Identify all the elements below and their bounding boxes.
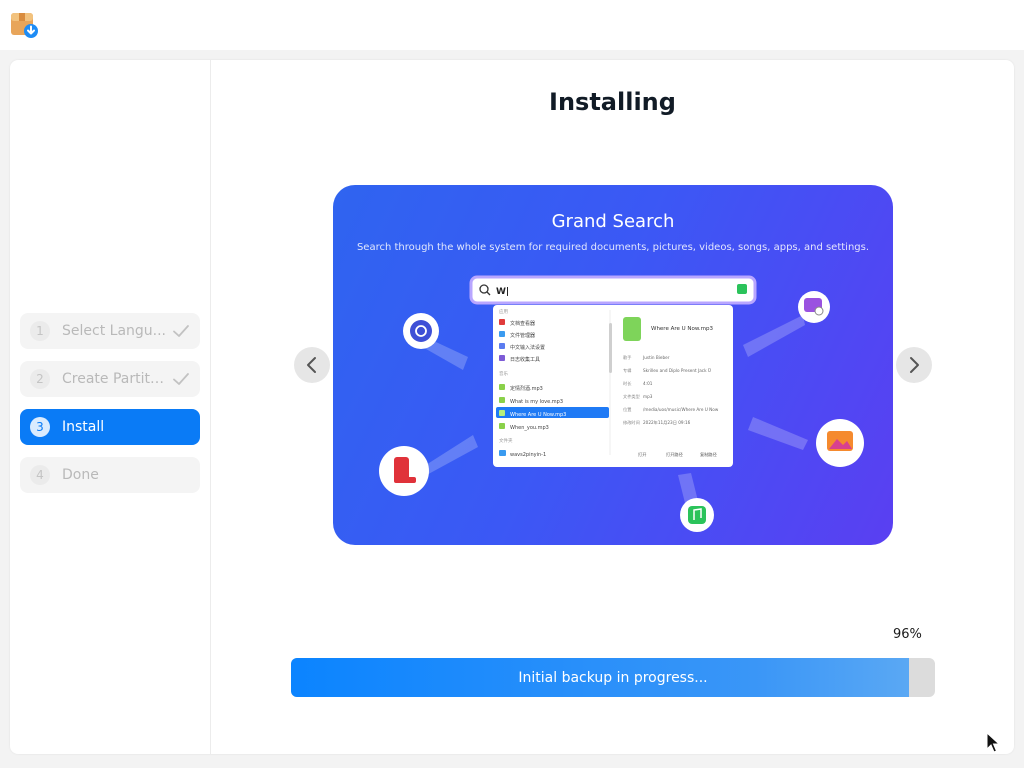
settings-app-icon — [403, 313, 439, 349]
title-bar — [0, 0, 1024, 50]
progress-status: Initial backup in progress... — [518, 669, 708, 686]
result-item: When_you.mp3 — [510, 425, 549, 431]
detail-value: 4:01 — [643, 381, 653, 386]
detail-action: 复制路径 — [700, 451, 717, 458]
page-title: Installing — [549, 88, 676, 116]
search-query: W| — [496, 287, 509, 297]
progress-percent: 96% — [893, 627, 922, 642]
result-item: 日志收集工具 — [510, 356, 540, 363]
result-item: What is my love.mp3 — [510, 399, 563, 405]
step-number: 4 — [30, 465, 50, 485]
installer-card: 1 Select Langu... 2 Create Partiti... 3 … — [10, 60, 1014, 754]
chevron-left-icon — [307, 357, 316, 373]
result-section: 音乐 — [499, 370, 508, 377]
detail-value: 2022年11月23日 09:16 — [643, 419, 691, 426]
detail-label: 文件类型 — [623, 393, 640, 400]
result-item: 定情烈酒.mp3 — [510, 385, 543, 392]
step-number: 2 — [30, 369, 50, 389]
detail-label: 位置 — [623, 406, 631, 413]
previous-slide-button[interactable] — [294, 347, 330, 383]
detail-label: 专辑 — [623, 367, 631, 374]
step-done: 4 Done — [20, 457, 200, 493]
music-app-icon — [680, 498, 714, 532]
step-install: 3 Install — [20, 409, 200, 445]
step-label: Install — [62, 419, 105, 435]
detail-value: /media/uos/music/Where Are U Now — [643, 407, 719, 412]
result-item: 文档查看器 — [510, 320, 535, 327]
detail-label: 歌手 — [623, 354, 631, 361]
result-item: 中文输入法设置 — [510, 344, 545, 351]
installer-box-icon — [11, 13, 38, 38]
slide-title: Grand Search — [551, 211, 675, 232]
step-number: 3 — [30, 417, 50, 437]
install-progress-bar: Initial backup in progress... — [291, 658, 935, 697]
feature-slide: W| 应用 文档查看器 文件管理器 中文输入法设置 日志收集工具 音乐 定情烈酒… — [333, 185, 893, 545]
slide-subtitle: Search through the whole system for requ… — [356, 242, 870, 253]
detail-action: 打开 — [638, 451, 646, 458]
step-number: 1 — [30, 321, 50, 341]
step-select-language: 1 Select Langu... — [20, 313, 200, 349]
step-label: Select Langu... — [62, 323, 166, 339]
detail-value: mp3 — [643, 394, 653, 399]
screenshot-app-icon — [798, 291, 830, 323]
grand-search-illustration: W| 应用 文档查看器 文件管理器 中文输入法设置 日志收集工具 音乐 定情烈酒… — [379, 275, 864, 532]
result-section: 文件夹 — [499, 437, 513, 444]
result-item-selected: Where Are U Now.mp3 — [510, 412, 566, 418]
checkmark-icon — [173, 325, 189, 337]
next-slide-button[interactable] — [896, 347, 932, 383]
detail-label: 时长 — [623, 380, 632, 387]
document-viewer-app-icon — [379, 446, 429, 496]
detail-title: Where Are U Now.mp3 — [651, 326, 713, 332]
step-create-partition: 2 Create Partiti... — [20, 361, 200, 397]
result-item: wavs2pinyin-1 — [510, 452, 546, 458]
chevron-right-icon — [910, 357, 919, 373]
result-item: 文件管理器 — [510, 332, 535, 339]
detail-action: 打开路径 — [666, 451, 683, 458]
image-viewer-app-icon — [816, 419, 864, 467]
detail-value: Skrillex and Diplo Present Jack Ü — [643, 368, 711, 373]
detail-value: Justin Bieber — [642, 355, 670, 360]
mouse-cursor-icon — [986, 732, 1000, 753]
step-label: Create Partiti... — [62, 371, 166, 387]
steps-sidebar: 1 Select Langu... 2 Create Partiti... 3 … — [10, 60, 211, 754]
step-label: Done — [62, 467, 99, 483]
detail-label: 修改时间 — [623, 419, 640, 426]
checkmark-icon — [173, 373, 189, 385]
result-section: 应用 — [499, 308, 508, 315]
